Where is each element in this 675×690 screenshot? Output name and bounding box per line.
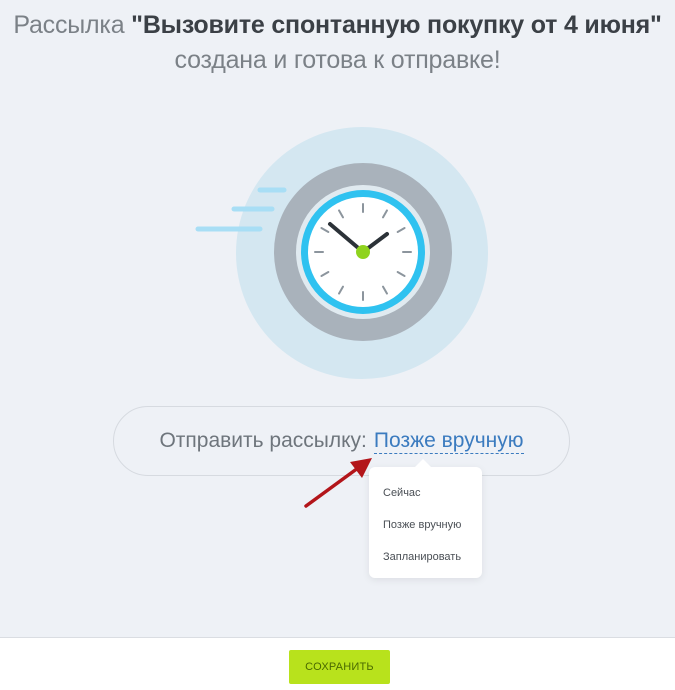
clock-icon [195, 127, 488, 379]
campaign-name: "Вызовите спонтанную покупку от 4 июня" [131, 11, 662, 39]
menu-option-schedule[interactable]: Запланировать [383, 551, 461, 563]
annotation-arrow-icon [304, 458, 372, 508]
title-prefix: Рассылка [13, 11, 132, 39]
footer-bar: СОХРАНИТЬ [0, 637, 675, 690]
page-title: Рассылка "Вызовите спонтанную покупку от… [0, 8, 675, 78]
clock-illustration [190, 125, 500, 385]
status-line: создана и готова к отправке! [174, 46, 501, 74]
send-mode-dropdown-trigger[interactable]: Позже вручную [373, 429, 524, 454]
save-button[interactable]: СОХРАНИТЬ [289, 650, 390, 684]
menu-option-later-manual[interactable]: Позже вручную [383, 519, 461, 531]
send-mode-menu: Сейчас Позже вручную Запланировать [369, 459, 482, 578]
main-area: Рассылка "Вызовите спонтанную покупку от… [0, 0, 675, 637]
menu-option-now[interactable]: Сейчас [383, 487, 421, 499]
